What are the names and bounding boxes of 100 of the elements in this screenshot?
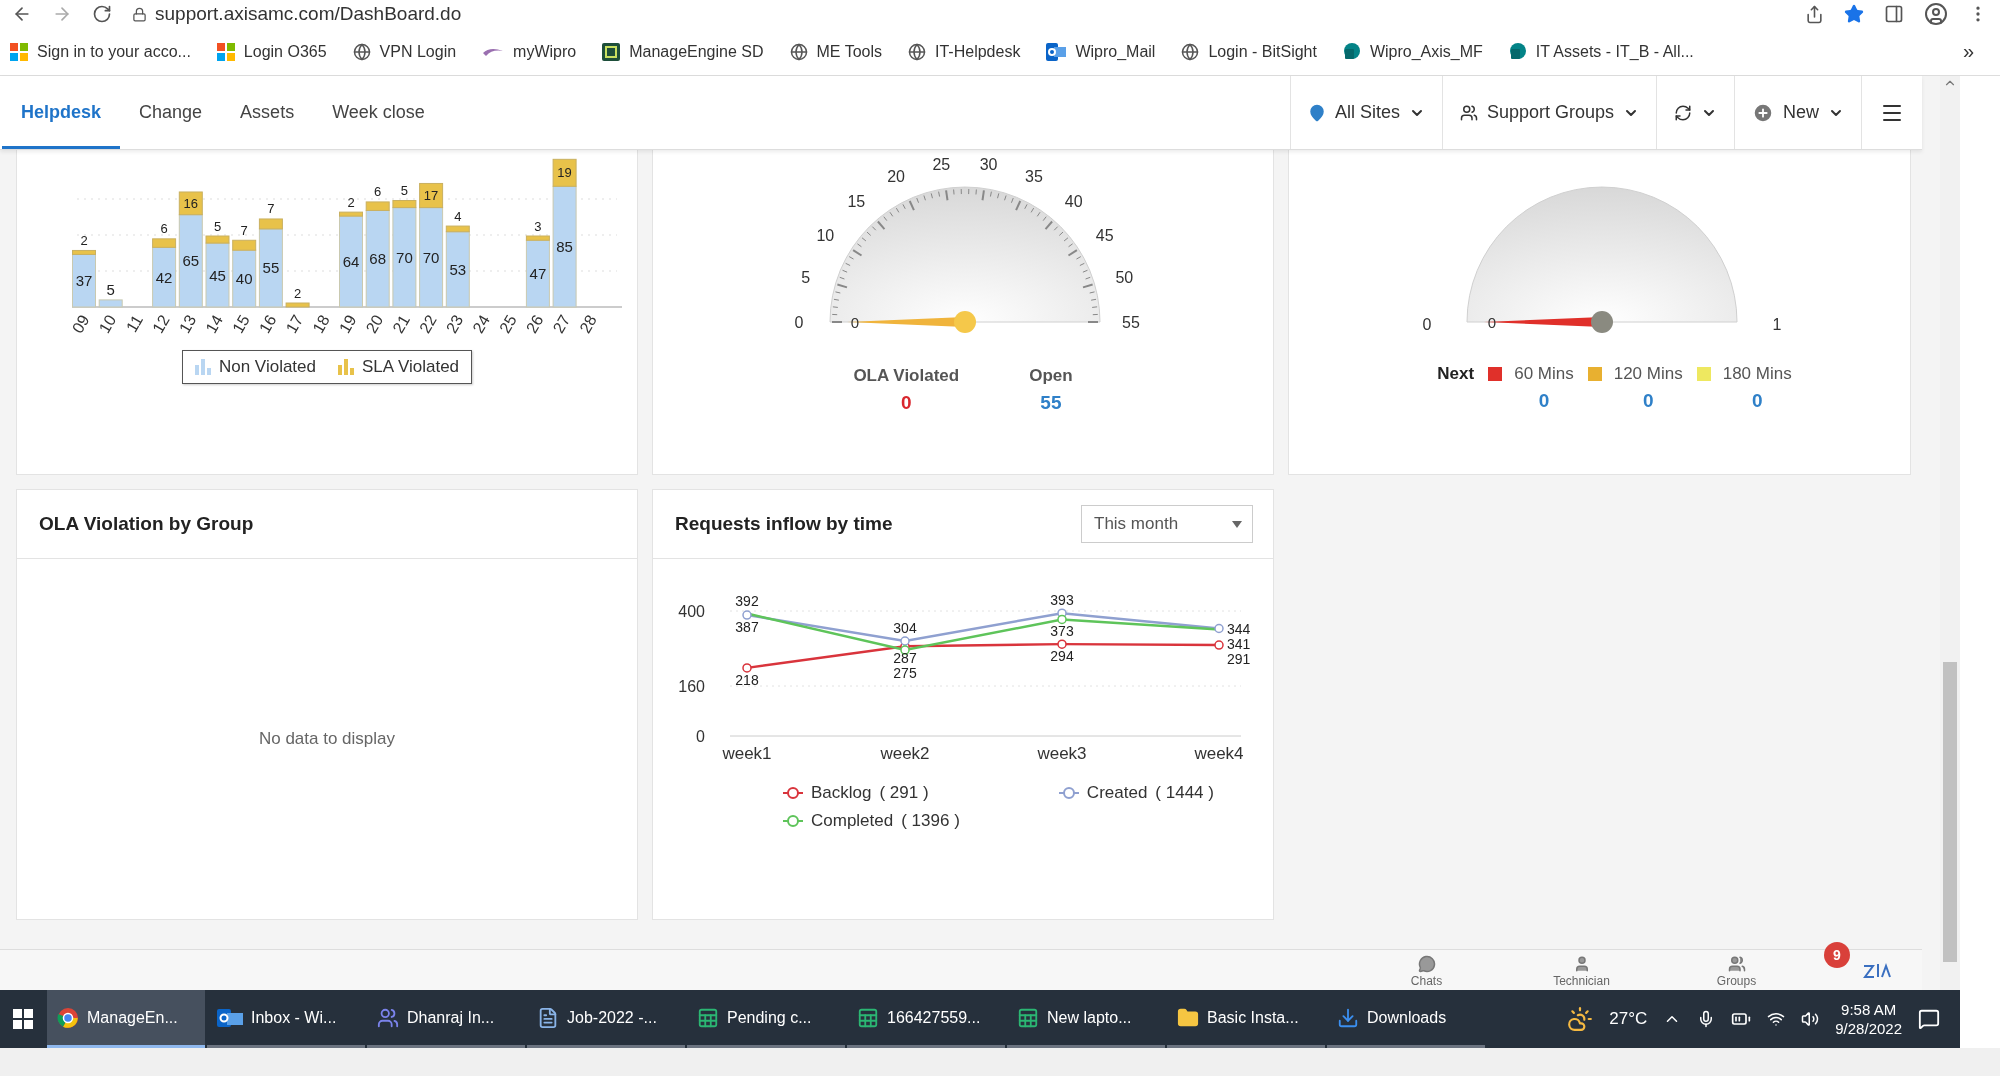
footer-button[interactable]: Technician: [1504, 955, 1659, 990]
bar-value-label: 5: [400, 183, 408, 198]
taskbar-app[interactable]: ManageEn...: [47, 990, 205, 1048]
bookmark-label: myWipro: [513, 42, 577, 61]
bar-value-label: 5: [106, 281, 115, 299]
bookmark[interactable]: Wipro_Mail: [1046, 42, 1156, 61]
new-button[interactable]: New: [1734, 76, 1861, 149]
four-squares-icon: [216, 42, 235, 61]
legend-label: 60 Mins: [1514, 364, 1574, 384]
bar-value-label: 6: [160, 221, 168, 237]
round-tile-icon: [1508, 42, 1527, 61]
bookmark[interactable]: ME Tools: [789, 42, 883, 61]
bookmark-label: Login O365: [243, 42, 327, 61]
more-bookmarks[interactable]: »: [1962, 40, 1990, 63]
axis-label: 23: [442, 312, 467, 336]
plus-icon: [1752, 101, 1774, 124]
axis-label: 13: [175, 312, 200, 336]
notification-badge: 9: [1824, 942, 1850, 968]
bookmark[interactable]: Login O365: [216, 42, 327, 61]
chat-icon: [1417, 955, 1436, 973]
legend-label: 180 Mins: [1722, 364, 1792, 384]
scrollbar[interactable]: [1940, 76, 1960, 990]
axis-label: 14: [202, 312, 227, 336]
menu-button[interactable]: [1861, 76, 1922, 149]
bar-value-label: 6: [374, 184, 382, 200]
bookmark[interactable]: ManageEngine SD: [602, 42, 764, 61]
address-bar[interactable]: support.axisamc.com/DashBoard.do: [155, 3, 462, 25]
axis-label: 18: [309, 312, 333, 336]
side-panel-icon[interactable]: [1884, 4, 1904, 24]
scroll-thumb[interactable]: [1943, 662, 1957, 962]
bar-value-label: 2: [294, 285, 302, 301]
bookmark[interactable]: VPN Login: [352, 42, 457, 61]
stat-value: 0: [901, 392, 912, 414]
share-icon[interactable]: [1805, 4, 1824, 24]
weather-icon: [1567, 1006, 1594, 1032]
people-icon: [1459, 103, 1478, 122]
gauge-scale-label: 10: [816, 227, 835, 245]
axis-label: 15: [229, 312, 253, 336]
bookmark[interactable]: Login - BitSight: [1181, 42, 1317, 61]
temperature: 27°C: [1609, 1009, 1648, 1029]
data-label: 341: [1227, 635, 1251, 652]
count-value: 0: [1641, 390, 1654, 412]
empty-message: No data to display: [258, 729, 396, 749]
bookmark[interactable]: myWipro: [482, 42, 577, 61]
people-icon: [1727, 955, 1746, 973]
axis-label: 400: [678, 603, 705, 620]
bookmark[interactable]: Wipro_Axis_MF: [1342, 42, 1483, 61]
bar-value-label: 70: [422, 248, 440, 266]
axis-label: week2: [880, 744, 930, 763]
bar-value-label: 42: [155, 268, 173, 286]
clock[interactable]: 9:58 AM 9/28/2022: [1835, 999, 1902, 1039]
period-dropdown[interactable]: This month: [1081, 505, 1253, 543]
sites-dropdown[interactable]: All Sites: [1289, 76, 1442, 149]
bar-value-label: 16: [183, 195, 199, 211]
nav-tab[interactable]: Change: [120, 76, 222, 149]
axis-label: 25: [496, 312, 520, 336]
bar-value-label: 68: [369, 250, 387, 268]
nav-tab[interactable]: Assets: [221, 76, 314, 149]
axis-label: 160: [678, 678, 705, 695]
bookmark-label: ME Tools: [816, 42, 883, 61]
bookmark-label: Login - BitSight: [1208, 42, 1317, 61]
refresh-icon: [1674, 103, 1692, 122]
nav-tab[interactable]: Helpdesk: [2, 76, 121, 149]
gauge-scale-label: 5: [801, 268, 811, 286]
star-icon[interactable]: [1844, 4, 1864, 24]
notifications-icon[interactable]: [1918, 1008, 1940, 1030]
download-icon: [1337, 1006, 1359, 1029]
nav-tab[interactable]: Week close: [313, 76, 444, 149]
data-label: 387: [735, 619, 759, 636]
footer-button[interactable]: Chats: [1349, 955, 1504, 990]
gauge-scale-label: 20: [887, 168, 905, 186]
data-point: [742, 610, 752, 620]
data-label: 344: [1227, 620, 1251, 637]
bar-value-label: 5: [213, 218, 222, 234]
data-point: [900, 636, 910, 646]
bar: [285, 302, 310, 308]
mail-tile-icon: [217, 1006, 243, 1029]
pin-icon: [1307, 103, 1326, 122]
axis-label: 26: [522, 312, 547, 336]
wifi-icon: [1767, 1010, 1786, 1028]
profile-icon[interactable]: [1924, 2, 1948, 26]
axis-label: 21: [389, 312, 413, 336]
reload-icon[interactable]: [92, 4, 112, 24]
globe-icon: [352, 42, 371, 61]
spreadsheet-icon: [697, 1006, 719, 1029]
globe-icon: [789, 42, 808, 61]
data-label: 392: [735, 592, 759, 609]
data-label: 304: [893, 620, 917, 636]
spreadsheet-icon: [857, 1006, 879, 1029]
globe-icon: [1181, 42, 1200, 61]
bookmark[interactable]: IT-Helpdesk: [908, 42, 1021, 61]
footer-button[interactable]: Groups: [1659, 955, 1814, 990]
bar-value-label: 17: [423, 188, 439, 204]
data-label: 287: [893, 650, 917, 667]
groups-dropdown[interactable]: Support Groups: [1441, 76, 1656, 149]
browser-icon: [57, 1006, 79, 1029]
gauge-scale-label: 50: [1115, 268, 1134, 286]
data-point: [1214, 623, 1224, 634]
bookmark-label: Wipro_Axis_MF: [1369, 42, 1483, 61]
legend-count: ( 1396 ): [901, 811, 960, 831]
